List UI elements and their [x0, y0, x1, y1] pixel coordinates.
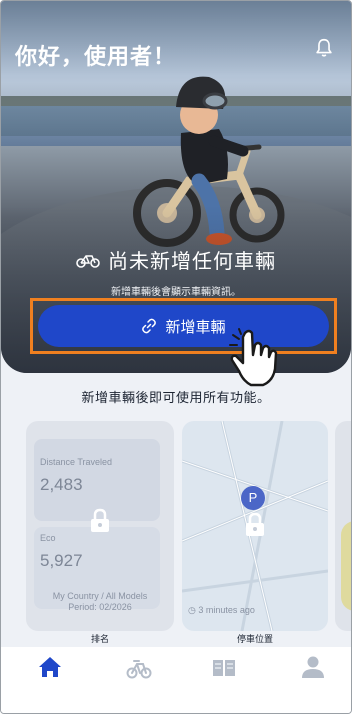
tap-hand-icon	[229, 328, 278, 387]
ranking-card-label: 排名	[90, 634, 109, 644]
empty-subtitle: 新增車輛後會顯示車輛資訊。	[111, 287, 241, 298]
distance-value: 2,483	[40, 475, 83, 494]
parking-pin: P	[241, 486, 265, 510]
bell-icon[interactable]	[313, 37, 335, 59]
distance-label: Distance Traveled	[40, 457, 113, 467]
scooter-icon[interactable]	[125, 653, 153, 681]
info-text: 新增車輛後即可使用所有功能。	[81, 390, 271, 405]
home-icon[interactable]	[36, 653, 64, 681]
parking-card[interactable]: P ◷ 3 minutes ago	[182, 421, 328, 631]
add-vehicle-label: 新增車輛	[165, 318, 226, 336]
ranking-period: Period: 02/2026	[68, 602, 132, 612]
empty-state: 尚未新增任何車輛	[1, 245, 351, 274]
parking-time: ◷ 3 minutes ago	[188, 605, 255, 615]
ranking-card[interactable]: Distance Traveled 2,483 Eco 5,927 My Cou…	[26, 421, 174, 631]
eco-value: 5,927	[40, 551, 83, 570]
ranking-scope: My Country / All Models	[52, 591, 148, 601]
eco-label: Eco	[40, 533, 56, 543]
clock-icon: ◷	[188, 605, 199, 615]
bottom-nav	[1, 647, 351, 687]
add-vehicle-button[interactable]: 新增車輛	[38, 305, 329, 347]
greeting-title: 你好，使用者！	[15, 44, 177, 69]
home-indicator-area	[1, 687, 351, 713]
bicycle-icon	[76, 254, 100, 268]
lock-icon	[91, 508, 109, 532]
link-icon	[142, 318, 157, 334]
app-screen: 你好，使用者！ 尚未新增任何車輛 新增車輛後會顯示車輛資訊。 新增車輛 新增車輛…	[0, 0, 352, 714]
extra-card[interactable]	[335, 421, 351, 631]
empty-title: 尚未新增任何車輛	[108, 251, 276, 273]
lock-icon	[246, 512, 264, 536]
book-icon[interactable]	[210, 653, 238, 681]
parking-card-label: 停車位置	[236, 634, 273, 644]
profile-icon[interactable]	[299, 653, 327, 681]
